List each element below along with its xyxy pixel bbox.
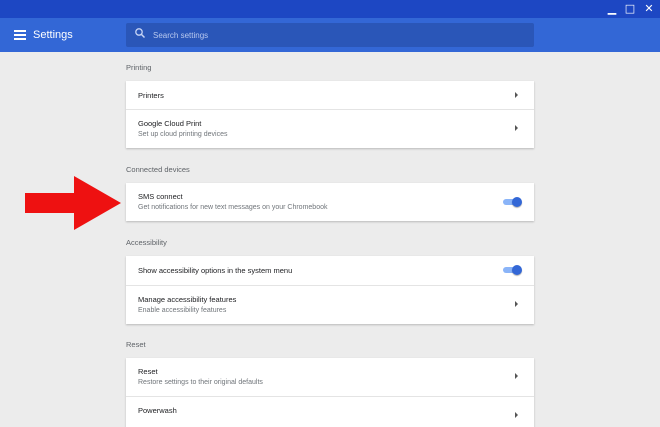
search-box[interactable]	[126, 23, 534, 47]
connected-devices-card: SMS connect Get notifications for new te…	[126, 183, 534, 221]
show-accessibility-options-label: Show accessibility options in the system…	[138, 266, 293, 275]
sms-connect-label: SMS connect	[138, 192, 183, 201]
sms-connect-description: Get notifications for new text messages …	[138, 204, 328, 211]
toggle-knob	[512, 197, 522, 207]
page-title: Settings	[33, 29, 73, 41]
chevron-right-icon	[515, 412, 518, 418]
section-title-connected-devices: Connected devices	[126, 165, 190, 174]
chevron-right-icon	[515, 301, 518, 307]
chevron-right-icon	[515, 92, 518, 98]
close-button[interactable]: ✕	[640, 1, 658, 17]
toggle-knob	[512, 265, 522, 275]
chevron-right-icon	[515, 373, 518, 379]
app-header: Settings	[0, 18, 660, 52]
reset-row[interactable]: Reset Restore settings to their original…	[126, 358, 534, 397]
powerwash-row[interactable]: Powerwash	[126, 397, 534, 427]
search-input[interactable]	[153, 23, 523, 47]
section-title-accessibility: Accessibility	[126, 238, 167, 247]
reset-card: Reset Restore settings to their original…	[126, 358, 534, 427]
chevron-right-icon	[515, 125, 518, 131]
accessibility-card: Show accessibility options in the system…	[126, 256, 534, 324]
window-titlebar: ▁ □ ✕	[0, 0, 660, 18]
printers-label: Printers	[138, 91, 164, 100]
show-accessibility-options-toggle[interactable]	[502, 265, 522, 275]
section-title-printing: Printing	[126, 63, 152, 72]
printing-card: Printers Google Cloud Print Set up cloud…	[126, 81, 534, 148]
cloud-print-row[interactable]: Google Cloud Print Set up cloud printing…	[126, 110, 534, 148]
reset-description: Restore settings to their original defau…	[138, 379, 263, 386]
menu-icon[interactable]	[14, 30, 26, 40]
manage-accessibility-label: Manage accessibility features	[138, 295, 237, 304]
reset-label: Reset	[138, 367, 158, 376]
show-accessibility-options-row[interactable]: Show accessibility options in the system…	[126, 256, 534, 286]
maximize-button[interactable]: □	[621, 1, 639, 17]
search-icon	[135, 28, 146, 39]
minimize-button[interactable]: ▁	[603, 1, 621, 17]
red-arrow-annotation	[25, 176, 121, 230]
cloud-print-label: Google Cloud Print	[138, 119, 202, 128]
manage-accessibility-description: Enable accessibility features	[138, 307, 227, 314]
sms-connect-toggle[interactable]	[502, 197, 522, 207]
cloud-print-description: Set up cloud printing devices	[138, 131, 228, 138]
printers-row[interactable]: Printers	[126, 81, 534, 110]
manage-accessibility-row[interactable]: Manage accessibility features Enable acc…	[126, 286, 534, 324]
powerwash-label: Powerwash	[138, 406, 177, 415]
section-title-reset: Reset	[126, 340, 146, 349]
sms-connect-row[interactable]: SMS connect Get notifications for new te…	[126, 183, 534, 221]
